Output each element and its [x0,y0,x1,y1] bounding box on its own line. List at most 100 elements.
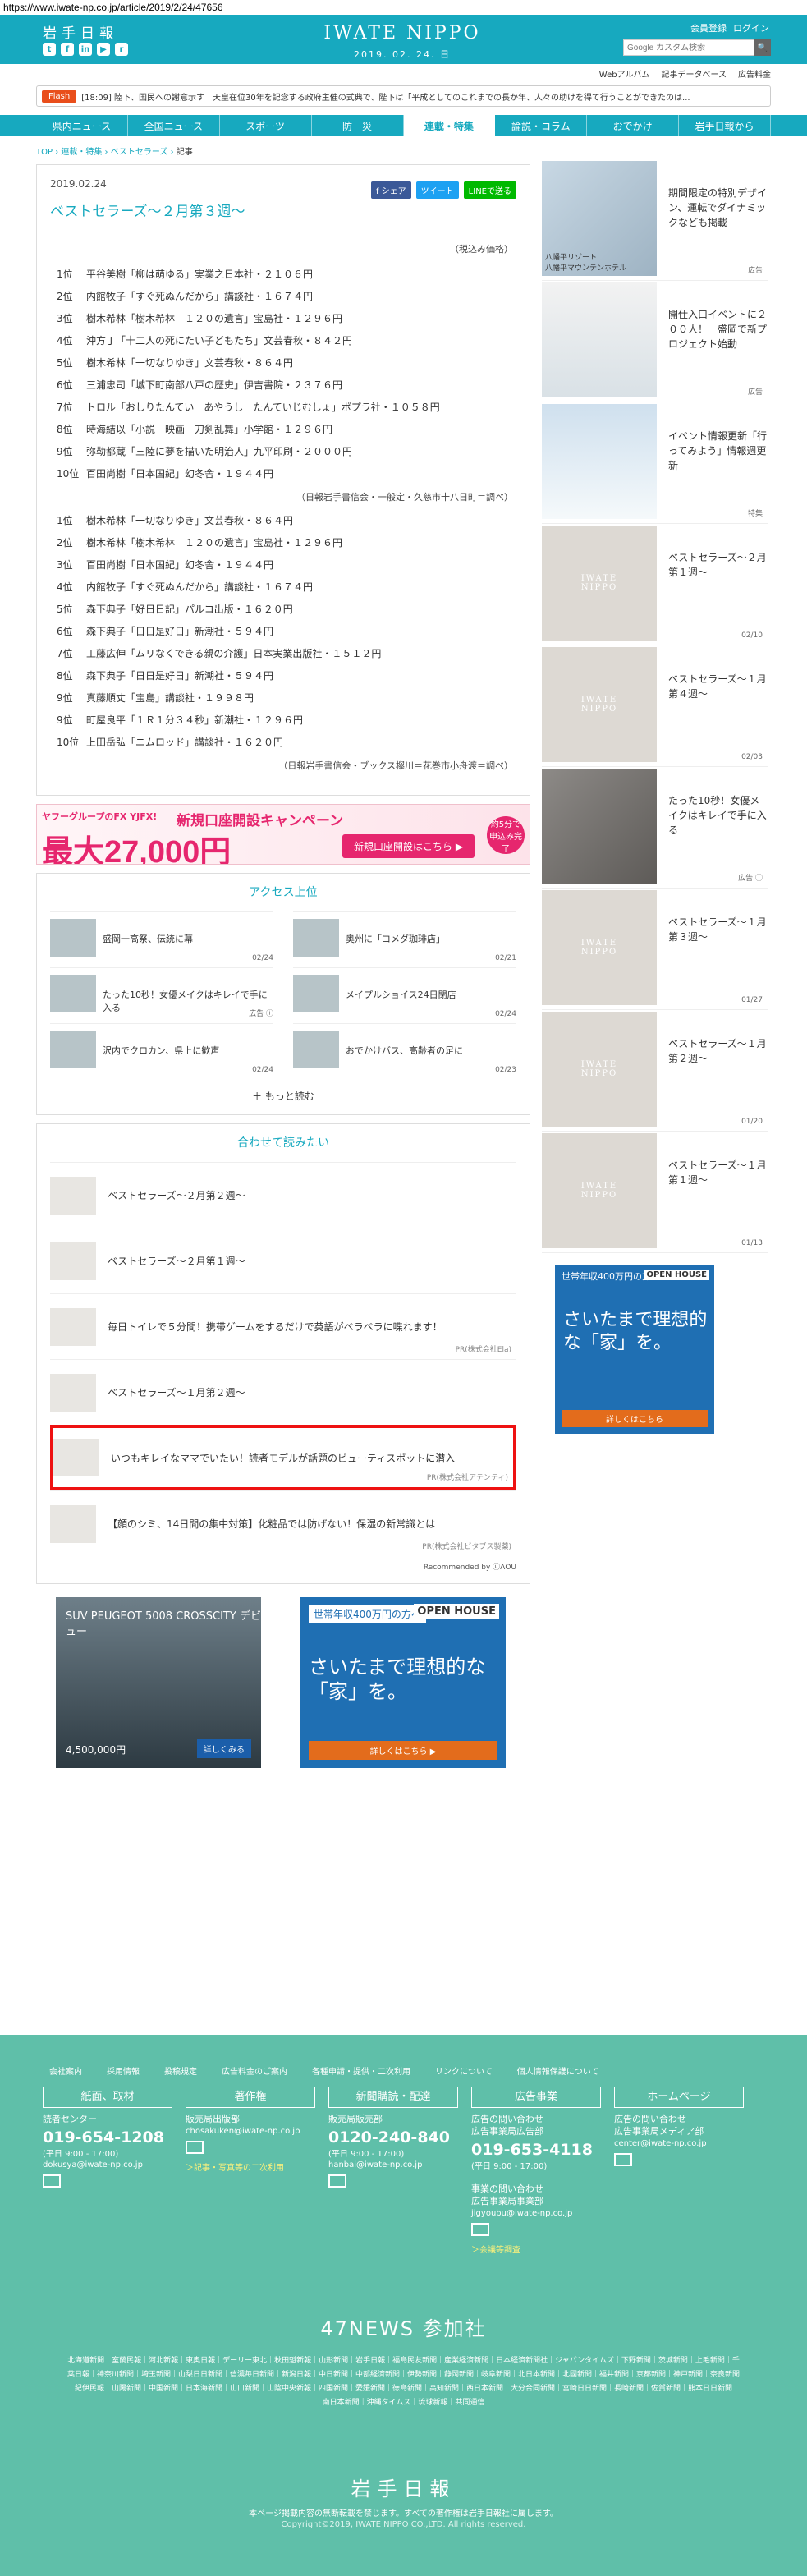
news47-papers[interactable]: 北海道新聞｜室蘭民報｜河北新報｜東奥日報｜デーリー東北｜秋田魁新報｜山形新聞｜岩… [67,2354,741,2410]
sidebar-thumbnail[interactable] [542,404,657,519]
more-button[interactable]: ＋ もっと読む [50,1089,516,1103]
breadcrumb-link[interactable]: ベストセラーズ [111,148,168,157]
footer-link[interactable]: 個人情報保護について [517,2064,599,2077]
access-thumbnail[interactable] [50,919,96,957]
car-ad-cta[interactable]: 詳しくみる [196,1739,251,1758]
social-icon[interactable]: r [115,43,128,56]
sidebar-thumbnail[interactable]: IWATE NIPPO [542,890,657,1005]
twitter-share-button[interactable]: ツイート [415,181,459,199]
recommended-title[interactable]: いつもキレイなママでいたい！読者モデルが話題のビューティスポットに潜入 [111,1451,455,1465]
footer-brand[interactable]: 岩手日報 [0,2473,807,2501]
recommended-item[interactable]: いつもキレイなママでいたい！読者モデルが話題のビューティスポットに潜入 PR(株式… [50,1425,516,1490]
nav-tab[interactable]: 連載・特集 [403,115,496,136]
footer-email[interactable]: jigyoubu@iwate-np.co.jp [471,2209,601,2218]
sidebar-house-ad[interactable]: 世帯年収400万円の方へ OPEN HOUSE さいたまで理想的な「家」を。 詳… [555,1265,714,1434]
access-item-title[interactable]: おでかけバス、高齢者の足に [346,1044,463,1057]
recommended-thumbnail[interactable] [50,1373,96,1412]
access-thumbnail[interactable] [293,919,339,957]
recommended-item[interactable]: 【顔のシミ、14日間の集中対策】化粧品では防げない！保湿の新常識とは PR(株式会… [50,1490,516,1556]
access-thumbnail[interactable] [50,1031,96,1068]
recommended-item[interactable]: ベストセラーズ～２月第２週～ [50,1162,516,1228]
nav-tab[interactable]: 防 災 [312,115,404,136]
footer-contact-head[interactable]: 広告事業 [471,2087,601,2108]
sidebar-item[interactable]: イベント情報更新「行ってみよう」情報週更新 特集 [542,404,768,524]
sidebar-item-title[interactable]: ベストセラーズ～１月第２週～ [668,1036,768,1131]
access-thumbnail[interactable] [50,975,96,1012]
footer-contact-head[interactable]: 紙面、取材 [43,2087,172,2108]
sidebar-item[interactable]: IWATE NIPPO ベストセラーズ～１月第１週～ 01/13 [542,1133,768,1253]
social-icon[interactable]: t [43,43,56,56]
recommended-item[interactable]: 毎日トイレで５分間！携帯ゲームをするだけで英語がペラペラに喋れます！ PR(株式会… [50,1293,516,1359]
sidebar-item[interactable]: 八幡平リゾート 八幡平マウンテンホテル 期間限定の特別デザイン、運転でダイナミック… [542,161,768,281]
access-item[interactable]: 奥州に「コメダ珈琲店」 02/21 [293,911,516,967]
nav-tab[interactable]: 論説・コラム [495,115,588,136]
recommended-thumbnail[interactable] [50,1504,96,1543]
mail-icon[interactable] [471,2223,489,2236]
sidebar-ad-cta[interactable]: 詳しくはこちら [562,1410,708,1427]
recommended-by[interactable]: Recommended by ⓤΛOU [50,1556,516,1572]
phone-number[interactable]: 019-654-1208 [43,2128,172,2147]
footer-link[interactable]: 各種申請・提供・二次利用 [312,2064,410,2077]
recommended-item[interactable]: ベストセラーズ～１月第２週～ [50,1359,516,1425]
sidebar-thumbnail[interactable]: IWATE NIPPO [542,1133,657,1248]
recommended-title[interactable]: 【顔のシミ、14日間の集中対策】化粧品では防げない！保湿の新常識とは [108,1517,435,1531]
mail-icon[interactable] [43,2174,61,2188]
footer-link[interactable]: 広告料金のご案内 [222,2064,287,2077]
recommended-title[interactable]: ベストセラーズ～２月第１週～ [108,1254,245,1268]
sidebar-item[interactable]: IWATE NIPPO ベストセラーズ～１月第４週～ 02/03 [542,647,768,767]
footer-email[interactable]: chosakuken@iwate-np.co.jp [186,2127,315,2136]
sidebar-item-title[interactable]: ベストセラーズ～１月第１週～ [668,1158,768,1252]
breadcrumb-link[interactable]: TOP [36,148,53,157]
footer-email[interactable]: center@iwate-np.co.jp [614,2139,744,2148]
recommended-title[interactable]: 毎日トイレで５分間！携帯ゲームをするだけで英語がペラペラに喋れます！ [108,1320,442,1334]
register-link[interactable]: 会員登録 [690,21,727,34]
access-item[interactable]: 沢内でクロカン、県上に歓声 02/24 [50,1023,273,1079]
footer-contact-head[interactable]: 新聞購読・配達 [328,2087,458,2108]
recommended-thumbnail[interactable] [50,1242,96,1280]
nav-tab[interactable]: 岩手日報から [679,115,771,136]
breadcrumb-link[interactable]: 連載・特集 [61,148,102,157]
brand-logo-jp[interactable]: 岩手日報 [43,21,118,42]
search-input[interactable] [623,39,754,56]
recommended-title[interactable]: ベストセラーズ～２月第２週～ [108,1188,245,1202]
mail-icon[interactable] [328,2174,346,2188]
login-link[interactable]: ログイン [733,21,769,34]
sidebar-thumbnail[interactable]: 八幡平リゾート 八幡平マウンテンホテル [542,161,657,276]
access-item[interactable]: おでかけバス、高齢者の足に 02/23 [293,1023,516,1079]
sidebar-item[interactable]: IWATE NIPPO ベストセラーズ～２月第１週～ 02/10 [542,526,768,645]
access-item[interactable]: 盛岡一高祭、伝統に幕 02/24 [50,911,273,967]
mail-icon[interactable] [186,2141,204,2154]
flash-text[interactable]: [18:09] 陸下、国民への謝意示す 天皇在位30年を記念する政府主催の式典で… [81,90,690,103]
access-thumbnail[interactable] [293,1031,339,1068]
footer-link[interactable]: リンクについて [435,2064,493,2077]
footer-link[interactable]: 投稿規定 [164,2064,197,2077]
sidebar-item[interactable]: IWATE NIPPO ベストセラーズ～１月第２週～ 01/20 [542,1012,768,1132]
access-item-title[interactable]: 沢内でクロカン、県上に歓声 [103,1044,219,1057]
sidebar-item-title[interactable]: ベストセラーズ～２月第１週～ [668,550,768,645]
social-icon[interactable]: f [61,43,74,56]
sidebar-thumbnail[interactable]: IWATE NIPPO [542,647,657,762]
fx-campaign-banner[interactable]: ヤフーグループのFX YJFX! 新規口座開設キャンペーン 最大27,000円 … [36,804,530,865]
recommended-thumbnail[interactable] [50,1176,96,1215]
footer-email[interactable]: dokusya@iwate-np.co.jp [43,2160,172,2170]
access-item-title[interactable]: 奥州に「コメダ珈琲店」 [346,932,445,945]
footer-link[interactable]: 会社案内 [49,2064,82,2077]
browser-url[interactable]: https://www.iwate-np.co.jp/article/2019/… [0,0,807,15]
recommended-item[interactable]: ベストセラーズ～２月第１週～ [50,1228,516,1293]
sidebar-thumbnail[interactable] [542,282,657,397]
sidebar-item[interactable]: IWATE NIPPO ベストセラーズ～１月第３週～ 01/27 [542,890,768,1010]
sidebar-item[interactable]: たった10秒！女優メイクはキレイで手に入る 広告 ⓘ [542,769,768,889]
footer-link[interactable]: 採用情報 [107,2064,140,2077]
search-button[interactable]: 🔍 [754,39,771,56]
recommended-thumbnail[interactable] [53,1439,99,1476]
brand-logo-en[interactable]: IWATE NIPPO [320,23,484,44]
footer-extra-link[interactable]: ＞会議等調査 [471,2243,601,2255]
subnav-link[interactable]: Webアルバム [599,67,650,80]
footer-email[interactable]: hanbai@iwate-np.co.jp [328,2160,458,2170]
sidebar-thumbnail[interactable]: IWATE NIPPO [542,526,657,641]
phone-number[interactable]: 019-653-4118 [471,2141,601,2159]
nav-tab[interactable]: スポーツ [220,115,312,136]
sidebar-thumbnail[interactable] [542,769,657,884]
access-item-title[interactable]: 盛岡一高祭、伝統に幕 [103,932,193,945]
access-thumbnail[interactable] [293,975,339,1012]
